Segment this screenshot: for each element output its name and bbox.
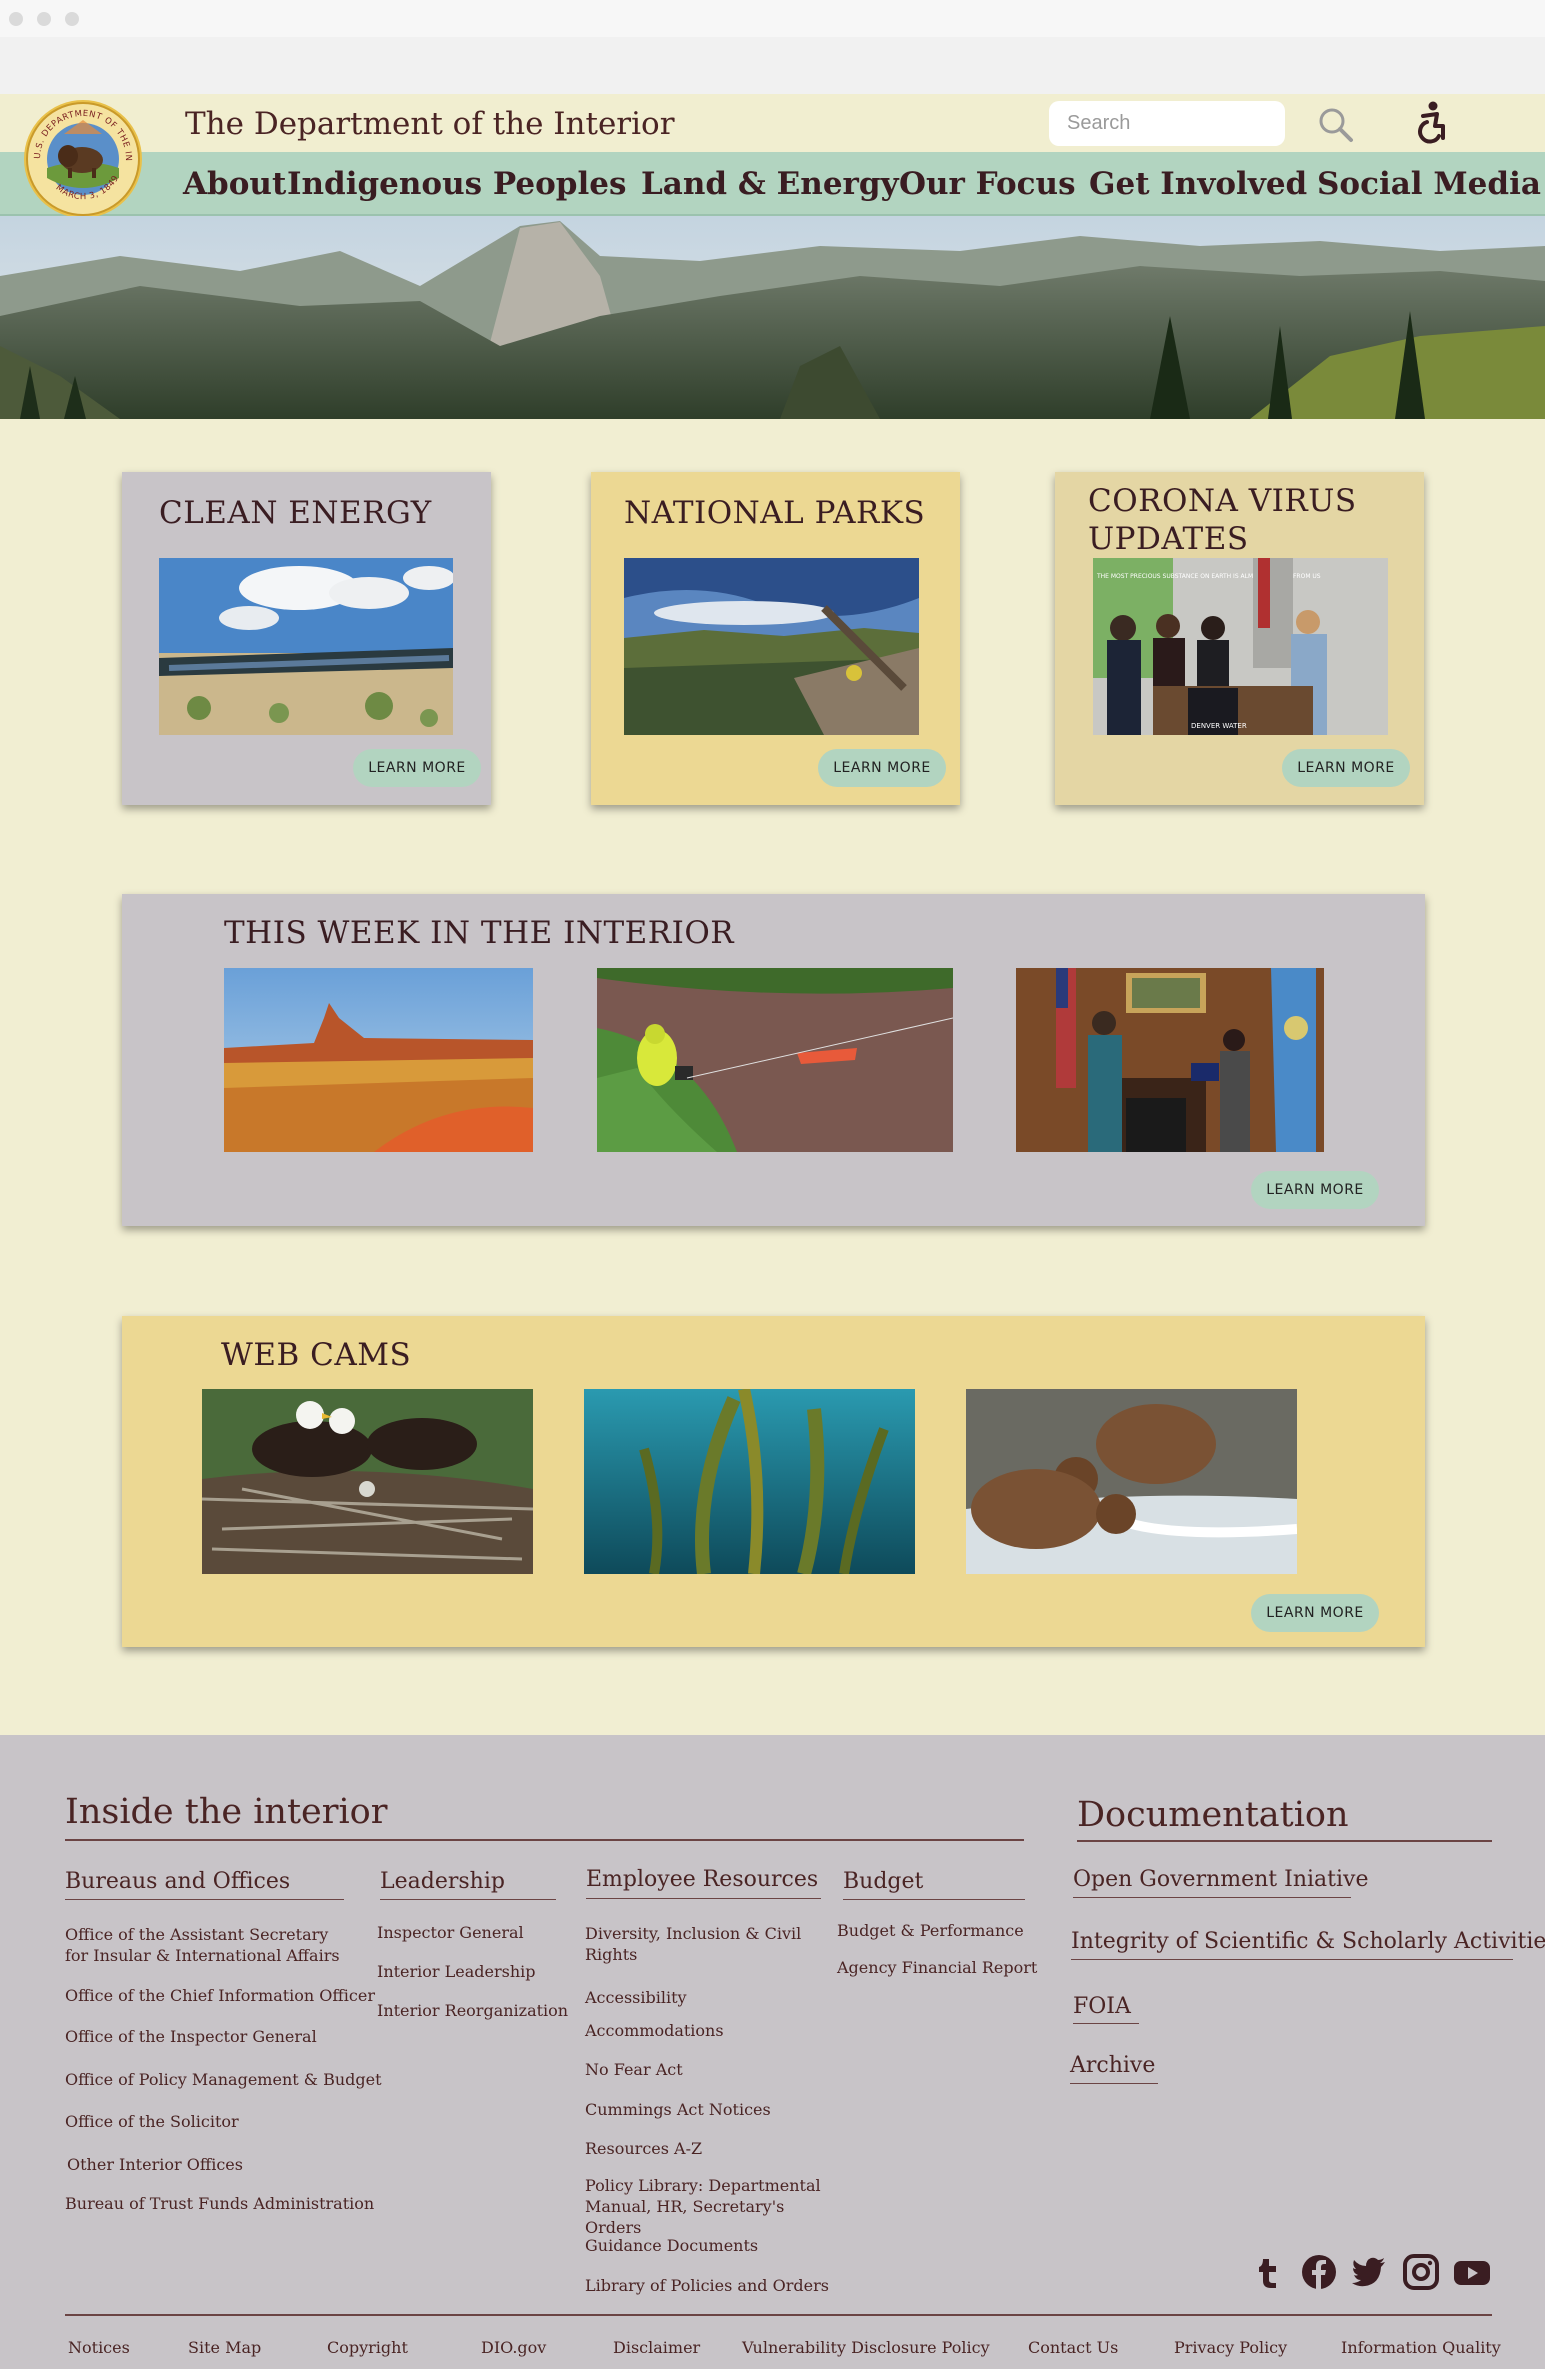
- doc-link-foia[interactable]: FOIA: [1073, 1994, 1131, 2019]
- footer-inside-title: Inside the interior: [65, 1792, 388, 1832]
- footer-bottom-divider: [65, 2314, 1492, 2316]
- card-title-clean-energy[interactable]: CLEAN ENERGY: [159, 494, 432, 532]
- desert-butte-image[interactable]: [224, 968, 533, 1152]
- footer-link[interactable]: Inspector General: [377, 1922, 524, 1943]
- bottom-link-dio[interactable]: DIO.gov: [481, 2338, 546, 2357]
- bottom-link-contact[interactable]: Contact Us: [1028, 2338, 1118, 2357]
- footer-link[interactable]: Resources A-Z: [585, 2138, 702, 2159]
- footer-link[interactable]: Bureau of Trust Funds Administration: [65, 2193, 374, 2214]
- footer-link[interactable]: Office of Policy Management & Budget: [65, 2069, 382, 2090]
- footer-divider: [1073, 1897, 1351, 1898]
- press-conference-image[interactable]: THE MOST PRECIOUS SUBSTANCE ON EARTH IS …: [1093, 558, 1388, 735]
- card-title-corona-virus[interactable]: CORONA VIRUS UPDATES: [1088, 482, 1388, 558]
- eagle-nest-cam-image[interactable]: [202, 1389, 533, 1574]
- site-title[interactable]: The Department of the Interior: [185, 106, 675, 142]
- footer-divider: [1070, 2083, 1158, 2084]
- footer-heading-bureaus[interactable]: Bureaus and Offices: [65, 1869, 290, 1894]
- footer-link[interactable]: Office of the Chief Information Officer: [65, 1985, 375, 2006]
- footer-divider: [65, 1899, 344, 1900]
- learn-more-button[interactable]: LEARN MORE: [1251, 1171, 1379, 1209]
- doi-seal-logo[interactable]: U.S. DEPARTMENT OF THE INTERIOR MARCH 3,…: [18, 91, 144, 220]
- footer-link[interactable]: Budget & Performance: [837, 1920, 1024, 1941]
- bottom-link-site-map[interactable]: Site Map: [188, 2338, 261, 2357]
- nav-land-energy[interactable]: Land & Energy: [641, 166, 899, 202]
- footer-link[interactable]: Agency Financial Report: [837, 1957, 1037, 1978]
- bottom-link-privacy[interactable]: Privacy Policy: [1174, 2338, 1287, 2357]
- learn-more-button[interactable]: LEARN MORE: [818, 749, 946, 787]
- youtube-icon[interactable]: [1453, 2253, 1491, 2291]
- kelp-forest-cam-image[interactable]: [584, 1389, 915, 1574]
- nav-our-focus[interactable]: Our Focus: [899, 166, 1076, 202]
- footer-heading-budget[interactable]: Budget: [843, 1869, 923, 1894]
- footer-link[interactable]: Office of the Assistant Secretary for In…: [65, 1924, 355, 1966]
- footer-link[interactable]: Office of the Inspector General: [65, 2026, 317, 2047]
- footer-link[interactable]: Interior Reorganization: [377, 2000, 568, 2021]
- nav-get-involved[interactable]: Get Involved: [1089, 166, 1307, 202]
- canyon-image[interactable]: [624, 558, 919, 735]
- footer-documentation-title: Documentation: [1077, 1795, 1349, 1835]
- footer-divider: [1073, 2023, 1139, 2024]
- footer-divider: [1077, 1840, 1492, 1842]
- section-title-this-week[interactable]: THIS WEEK IN THE INTERIOR: [224, 914, 734, 952]
- card-title-national-parks[interactable]: NATIONAL PARKS: [624, 494, 925, 532]
- footer-link[interactable]: Policy Library: Departmental Manual, HR,…: [585, 2175, 835, 2238]
- footer-divider: [1071, 1959, 1513, 1960]
- bottom-link-disclaimer[interactable]: Disclaimer: [613, 2338, 700, 2357]
- doc-link-scientific-integrity[interactable]: Integrity of Scientific & Scholarly Acti…: [1071, 1929, 1545, 1954]
- window-close-dot[interactable]: [9, 12, 23, 26]
- river-survey-image[interactable]: [597, 968, 953, 1152]
- footer-divider: [586, 1898, 821, 1899]
- search-input[interactable]: [1049, 101, 1285, 146]
- solar-panels-image[interactable]: [159, 558, 453, 735]
- doc-link-archive[interactable]: Archive: [1070, 2053, 1155, 2078]
- window-minimize-dot[interactable]: [37, 12, 51, 26]
- podium-sign-text: DENVER WATER: [1191, 722, 1247, 730]
- window-maximize-dot[interactable]: [65, 12, 79, 26]
- footer-link[interactable]: Diversity, Inclusion & Civil Rights: [585, 1923, 815, 1965]
- nav-social-media[interactable]: Social Media: [1317, 166, 1541, 202]
- bear-cam-image[interactable]: [966, 1389, 1297, 1574]
- bottom-link-copyright[interactable]: Copyright: [327, 2338, 408, 2357]
- hero-mountain-image: [0, 216, 1545, 419]
- footer-link[interactable]: Guidance Documents: [585, 2235, 758, 2256]
- footer-link[interactable]: No Fear Act: [585, 2059, 683, 2080]
- learn-more-button[interactable]: LEARN MORE: [353, 749, 481, 787]
- footer-link[interactable]: Accommodations: [585, 2020, 724, 2041]
- accessibility-icon[interactable]: [1409, 100, 1453, 144]
- instagram-icon[interactable]: [1402, 2253, 1440, 2291]
- swearing-in-image[interactable]: [1016, 968, 1324, 1152]
- footer-link[interactable]: Accessibility: [585, 1987, 687, 2008]
- footer-link[interactable]: Library of Policies and Orders: [585, 2275, 829, 2296]
- footer-link[interactable]: Other Interior Offices: [67, 2154, 243, 2175]
- nav-about[interactable]: About: [183, 166, 286, 202]
- footer-heading-employee-resources[interactable]: Employee Resources: [586, 1867, 818, 1892]
- tumblr-icon[interactable]: [1249, 2253, 1287, 2291]
- footer-link[interactable]: Cummings Act Notices: [585, 2099, 771, 2120]
- facebook-icon[interactable]: [1300, 2253, 1338, 2291]
- doc-link-open-government[interactable]: Open Government Iniative: [1073, 1867, 1368, 1892]
- footer-link[interactable]: Interior Leadership: [377, 1961, 536, 1982]
- browser-toolbar-area: [0, 37, 1545, 94]
- learn-more-button[interactable]: LEARN MORE: [1282, 749, 1410, 787]
- browser-title-bar: [0, 0, 1545, 37]
- bottom-link-notices[interactable]: Notices: [68, 2338, 130, 2357]
- footer-link[interactable]: Office of the Solicitor: [65, 2111, 239, 2132]
- footer-divider: [380, 1899, 556, 1900]
- nav-indigenous-peoples[interactable]: Indigenous Peoples: [287, 166, 626, 202]
- footer-heading-leadership[interactable]: Leadership: [380, 1869, 505, 1894]
- bottom-link-information-quality[interactable]: Information Quality: [1341, 2338, 1501, 2357]
- footer-divider: [843, 1899, 1025, 1900]
- search-icon[interactable]: [1316, 105, 1356, 145]
- learn-more-button[interactable]: LEARN MORE: [1251, 1594, 1379, 1632]
- bottom-link-vulnerability[interactable]: Vulnerability Disclosure Policy: [742, 2338, 990, 2357]
- footer-divider: [65, 1839, 1024, 1841]
- twitter-icon[interactable]: [1350, 2253, 1388, 2291]
- section-title-web-cams[interactable]: WEB CAMS: [221, 1336, 411, 1374]
